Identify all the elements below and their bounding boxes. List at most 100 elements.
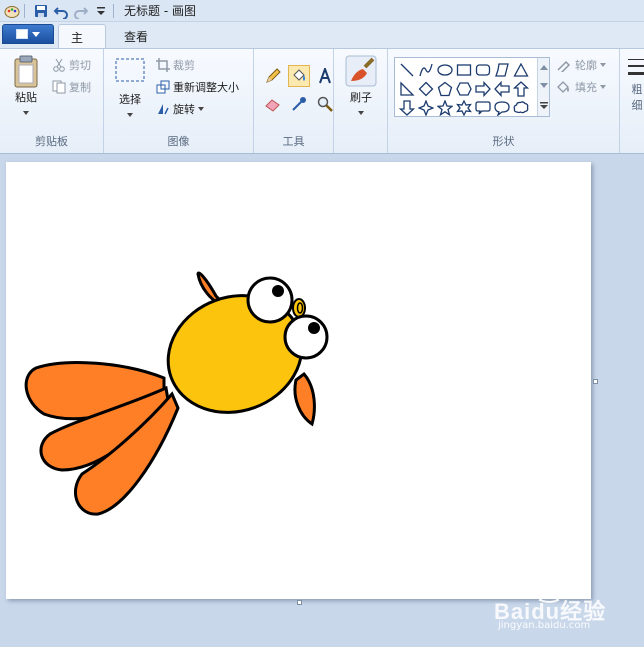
scroll-up-icon[interactable]: [539, 64, 548, 71]
shape-diamond[interactable]: [416, 79, 435, 98]
size-button[interactable]: 粗 细: [628, 57, 644, 113]
paste-button[interactable]: 粘贴: [8, 55, 44, 115]
shape-rectangle[interactable]: [454, 60, 473, 79]
oval-icon: [436, 63, 453, 76]
shape-curve[interactable]: [416, 60, 435, 79]
shape-rounded-callout[interactable]: [473, 98, 492, 117]
resize-button[interactable]: 重新调整大小: [156, 79, 239, 95]
clipboard-group: 粘贴 剪切 复制 剪贴板: [0, 49, 104, 153]
paint-menu-button[interactable]: [2, 24, 54, 44]
title-bar: 无标题 - 画图: [0, 0, 644, 22]
shape-pentagon[interactable]: [435, 79, 454, 98]
shape-up-arrow[interactable]: [511, 79, 530, 98]
cloud-callout-icon: [513, 100, 528, 113]
tab-home[interactable]: 主页: [58, 24, 106, 62]
rotate-label: 旋转: [173, 103, 195, 116]
goldfish-drawing: [24, 271, 329, 516]
separator: [24, 3, 25, 18]
shapes-scrollbar[interactable]: [537, 58, 549, 116]
text-tool[interactable]: [314, 65, 336, 87]
diamond-icon: [418, 81, 433, 96]
ribbon: 粘贴 剪切 复制 剪贴板 选择 裁剪 重新调整大小 旋转 图像 工具 刷子 形状…: [0, 48, 644, 154]
pencil-tool[interactable]: [262, 65, 284, 87]
size-group: 粗 细: [620, 49, 644, 153]
brush-icon: [345, 55, 377, 87]
brushes-label: 刷子: [350, 91, 372, 104]
shape-five-point-star[interactable]: [435, 98, 454, 117]
crop-button[interactable]: 裁剪: [156, 57, 195, 73]
eraser-tool[interactable]: [262, 93, 284, 115]
drawing-canvas[interactable]: [6, 162, 591, 599]
magnifier-icon: [317, 96, 333, 112]
chevron-down-icon: [600, 85, 606, 89]
outline-button[interactable]: 轮廓: [556, 57, 606, 73]
line-width-icon: [628, 59, 644, 75]
customize-quick-access-icon[interactable]: [93, 3, 109, 19]
resize-icon: [156, 80, 170, 94]
shape-hexagon[interactable]: [454, 79, 473, 98]
chevron-down-icon: [32, 31, 40, 37]
shape-down-arrow[interactable]: [397, 98, 416, 117]
rounded-rectangle-icon: [475, 63, 490, 76]
shape-triangle[interactable]: [511, 60, 530, 79]
brushes-button[interactable]: 刷子: [342, 55, 380, 115]
cut-button[interactable]: 剪切: [52, 57, 91, 73]
magnifier-tool[interactable]: [314, 93, 336, 115]
undo-icon[interactable]: [53, 3, 69, 19]
image-group-label: 图像: [167, 135, 190, 148]
tools-group-label: 工具: [282, 135, 305, 148]
rotate-icon: [158, 104, 169, 115]
copy-label: 复制: [69, 81, 91, 94]
shape-line[interactable]: [397, 60, 416, 79]
five-point-star-icon: [436, 99, 453, 116]
resize-handle-right[interactable]: [593, 379, 598, 384]
shape-oval-callout[interactable]: [492, 98, 511, 117]
scroll-down-icon[interactable]: [539, 82, 548, 89]
left-arrow-icon: [493, 80, 510, 97]
resize-handle-bottom[interactable]: [297, 600, 302, 605]
shape-left-arrow[interactable]: [492, 79, 511, 98]
pencil-icon: [266, 68, 281, 83]
clipboard-group-label: 剪贴板: [35, 135, 68, 148]
right-arrow-icon: [474, 80, 491, 97]
pectoral-fin: [293, 371, 316, 427]
color-picker-tool[interactable]: [288, 93, 310, 115]
four-point-star-icon: [417, 99, 434, 116]
fill-button[interactable]: 填充: [556, 79, 606, 95]
chevron-down-icon: [23, 111, 29, 115]
rotate-button[interactable]: 旋转: [156, 101, 204, 117]
save-icon[interactable]: [33, 3, 49, 19]
redo-icon[interactable]: [73, 3, 89, 19]
copy-button[interactable]: 复制: [52, 79, 91, 95]
ribbon-tab-row: 主页 查看: [0, 22, 644, 62]
six-point-star-icon: [455, 99, 472, 116]
expand-gallery-icon[interactable]: [539, 101, 548, 110]
curve-icon: [418, 63, 433, 76]
shape-oval[interactable]: [435, 60, 454, 79]
tab-view[interactable]: 查看: [112, 24, 160, 48]
chevron-down-icon: [198, 107, 204, 111]
shape-rounded-rectangle[interactable]: [473, 60, 492, 79]
left-pupil: [272, 285, 284, 297]
shape-polygon[interactable]: [492, 60, 511, 79]
tools-grid: [262, 65, 336, 115]
shape-six-point-star[interactable]: [454, 98, 473, 117]
shape-right-arrow[interactable]: [473, 79, 492, 98]
select-label: 选择: [119, 93, 141, 106]
line-icon: [400, 63, 413, 76]
copy-icon: [52, 80, 66, 94]
scissors-icon: [53, 58, 65, 72]
shapes-gallery: [394, 57, 550, 117]
shape-cloud-callout[interactable]: [511, 98, 530, 117]
paint-app-icon[interactable]: [4, 3, 20, 19]
shape-right-triangle[interactable]: [397, 79, 416, 98]
shape-four-point-star[interactable]: [416, 98, 435, 117]
select-button[interactable]: 选择: [112, 57, 148, 117]
rectangle-icon: [456, 63, 471, 76]
outline-icon: [557, 60, 571, 72]
selection-rectangle-icon: [115, 58, 145, 82]
pentagon-icon: [437, 81, 452, 96]
fill-tool[interactable]: [288, 65, 310, 87]
rounded-callout-icon: [474, 100, 491, 114]
chevron-down-icon: [358, 111, 364, 115]
